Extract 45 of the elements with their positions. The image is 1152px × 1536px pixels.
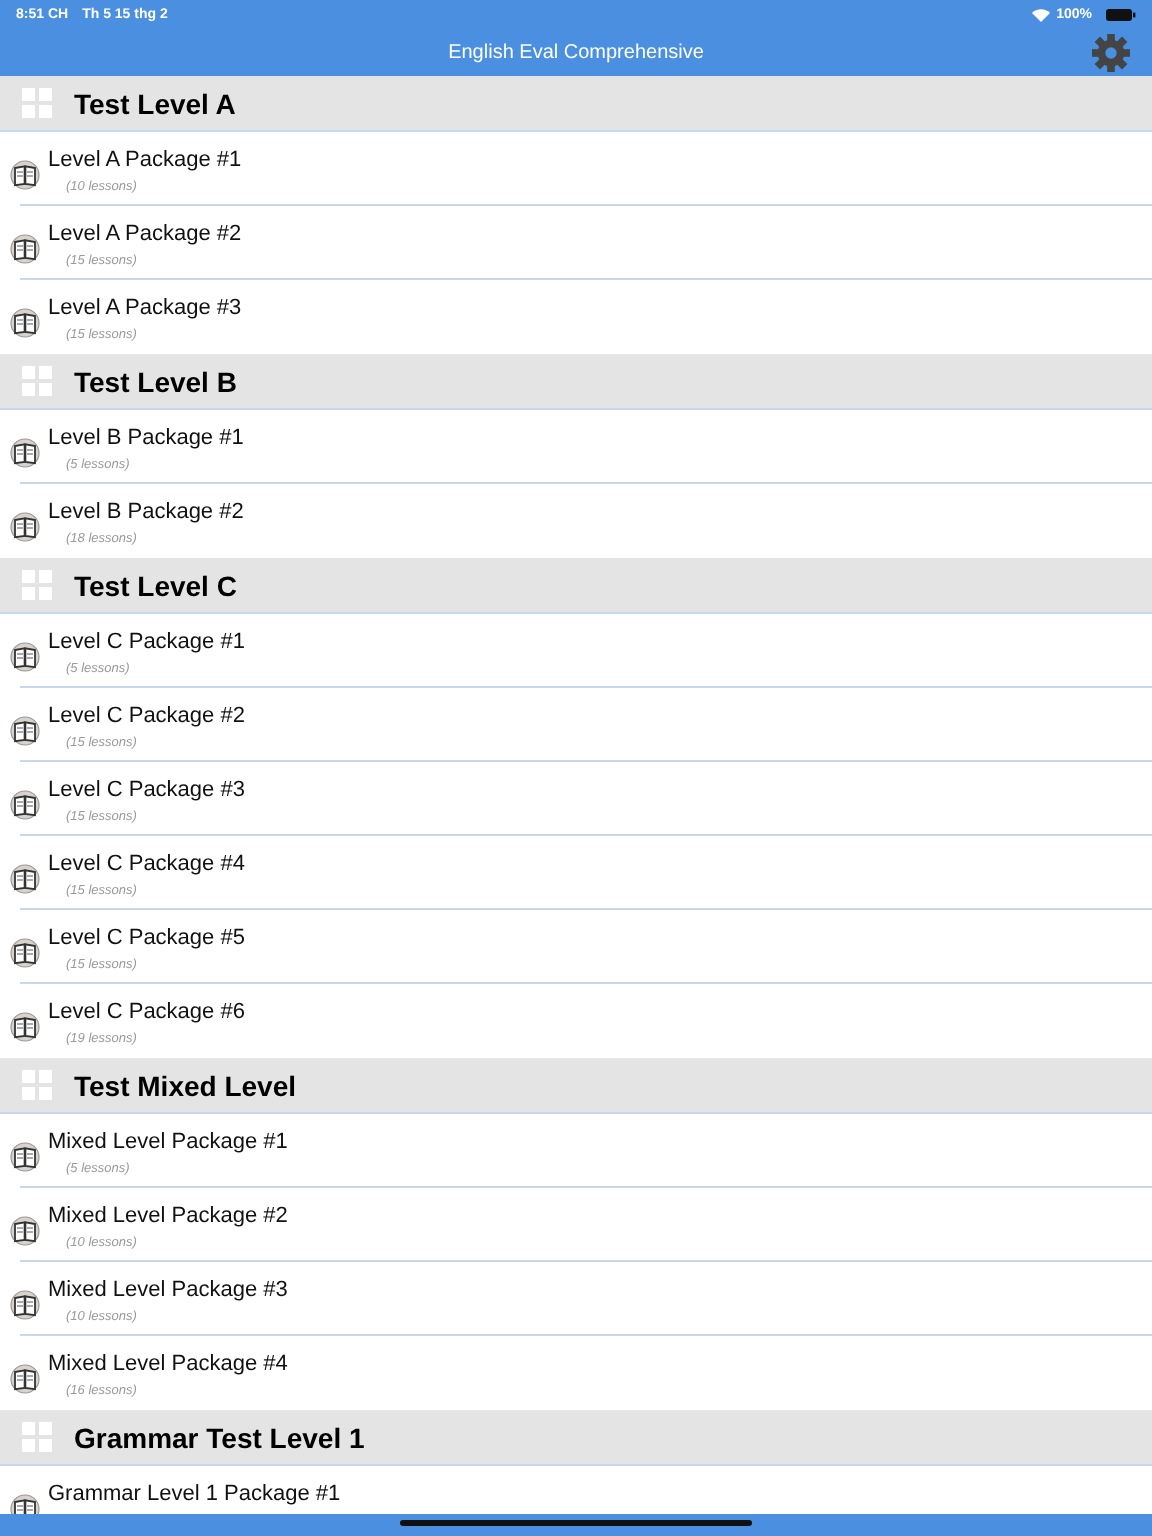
package-title: Level C Package #2 (48, 704, 245, 730)
package-title: Level B Package #2 (48, 500, 244, 526)
book-icon (10, 512, 40, 542)
package-title: Level C Package #4 (48, 852, 245, 878)
book-icon (10, 1290, 40, 1320)
section-title: Test Level B (74, 365, 237, 397)
book-icon (10, 790, 40, 820)
grid-icon (22, 88, 52, 118)
package-title: Level A Package #3 (48, 296, 242, 322)
package-title: Level C Package #6 (48, 1000, 245, 1026)
book-icon (10, 308, 40, 338)
book-icon (10, 438, 40, 468)
battery-icon (1106, 7, 1136, 21)
grid-icon (22, 366, 52, 396)
package-title: Level C Package #5 (48, 926, 245, 952)
section-title: Test Level A (74, 87, 236, 119)
package-title: Level A Package #2 (48, 222, 242, 248)
book-icon (10, 642, 40, 672)
settings-icon[interactable] (1092, 34, 1130, 72)
package-title: Level A Package #1 (48, 148, 242, 174)
grid-icon (22, 1070, 52, 1100)
book-icon (10, 1216, 40, 1246)
package-title: Mixed Level Package #2 (48, 1204, 288, 1230)
package-title: Mixed Level Package #1 (48, 1130, 288, 1156)
section-title: Test Mixed Level (74, 1069, 297, 1101)
book-icon (10, 1364, 40, 1394)
package-title: Mixed Level Package #3 (48, 1278, 288, 1304)
package-title: Level C Package #3 (48, 778, 245, 804)
book-icon (10, 1142, 40, 1172)
section-title: Test Level C (74, 569, 237, 601)
package-title: Level C Package #1 (48, 630, 245, 656)
package-title: Grammar Level 1 Package #1 (48, 1482, 341, 1508)
book-icon (10, 716, 40, 746)
package-title: Mixed Level Package #4 (48, 1352, 288, 1378)
nav-title: English Eval Comprehensive (448, 41, 704, 63)
book-icon (10, 160, 40, 190)
book-icon (10, 938, 40, 968)
grid-icon (22, 570, 52, 600)
package-title: Level B Package #1 (48, 426, 244, 452)
book-icon (10, 1012, 40, 1042)
section-title: Grammar Test Level 1 (74, 1421, 365, 1453)
grid-icon (22, 1422, 52, 1452)
book-icon (10, 864, 40, 894)
wifi-icon (1032, 7, 1051, 21)
book-icon (10, 234, 40, 264)
